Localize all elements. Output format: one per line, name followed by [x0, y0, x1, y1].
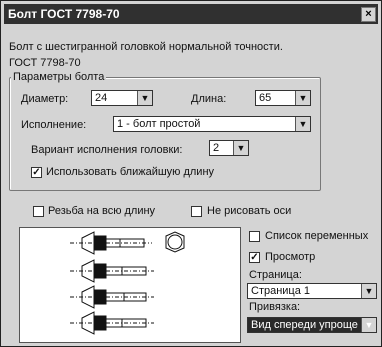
full-thread-checkbox[interactable] [33, 206, 44, 217]
chevron-down-icon[interactable]: ▼ [295, 117, 310, 131]
preview-checkbox[interactable]: ✓ [249, 252, 260, 263]
page-combo[interactable]: Страница 1 ▼ [247, 283, 377, 299]
chevron-down-icon[interactable]: ▼ [233, 141, 248, 155]
use-nearest-length-checkbox[interactable]: ✓ [31, 167, 42, 178]
variable-list-checkbox[interactable] [249, 231, 260, 242]
bolt-row-1 [70, 231, 185, 255]
head-variant-combo[interactable]: 2 ▼ [209, 140, 249, 156]
full-thread-label: Резьба на всю длину [48, 205, 156, 217]
binding-combo[interactable]: Вид спереди упроще ▼ [247, 317, 377, 333]
close-button[interactable]: × [361, 7, 376, 22]
use-nearest-length-label: Использовать ближайшую длину [46, 166, 215, 178]
bolt-row-3 [70, 285, 154, 309]
bolt-dialog: Болт ГОСТ 7798-70 × Болт с шестигранной … [0, 0, 382, 347]
preview-pane [19, 227, 241, 343]
execution-label: Исполнение: [21, 119, 87, 131]
bolt-params-title: Параметры болта [11, 71, 107, 83]
bolt-row-4 [70, 311, 154, 335]
description-text: Болт с шестигранной головкой нормальной … [9, 41, 283, 53]
page-label: Страница: [249, 269, 302, 281]
diameter-label: Диаметр: [21, 93, 69, 105]
no-axes-checkbox[interactable] [191, 206, 202, 217]
bolt-row-2 [70, 259, 154, 283]
checkmark-icon: ✓ [32, 167, 41, 178]
chevron-down-icon[interactable]: ▼ [361, 284, 376, 298]
diameter-combo[interactable]: 24 ▼ [91, 90, 153, 106]
window-title: Болт ГОСТ 7798-70 [8, 7, 120, 21]
head-variant-value: 2 [213, 142, 220, 154]
variable-list-label: Список переменных [265, 230, 369, 242]
close-icon[interactable]: × [365, 8, 371, 20]
head-variant-label: Вариант исполнения головки: [31, 144, 183, 156]
length-label: Длина: [191, 93, 227, 105]
chevron-down-icon[interactable]: ▼ [295, 91, 310, 105]
checkmark-icon: ✓ [250, 252, 259, 263]
length-combo[interactable]: 65 ▼ [255, 90, 311, 106]
no-axes-label: Не рисовать оси [207, 205, 292, 217]
execution-combo[interactable]: 1 - болт простой ▼ [113, 116, 311, 132]
chevron-down-icon[interactable]: ▼ [361, 318, 376, 332]
binding-label: Привязка: [249, 301, 301, 313]
binding-value: Вид спереди упроще [251, 319, 358, 331]
execution-value: 1 - болт простой [117, 118, 201, 130]
diameter-value: 24 [95, 92, 108, 104]
length-value: 65 [259, 92, 272, 104]
bolt-preview-image [70, 231, 185, 335]
title-bar[interactable]: Болт ГОСТ 7798-70 × [4, 4, 378, 24]
chevron-down-icon[interactable]: ▼ [137, 91, 152, 105]
standard-text: ГОСТ 7798-70 [9, 57, 81, 69]
preview-label: Просмотр [265, 251, 316, 263]
page-value: Страница 1 [251, 285, 311, 297]
